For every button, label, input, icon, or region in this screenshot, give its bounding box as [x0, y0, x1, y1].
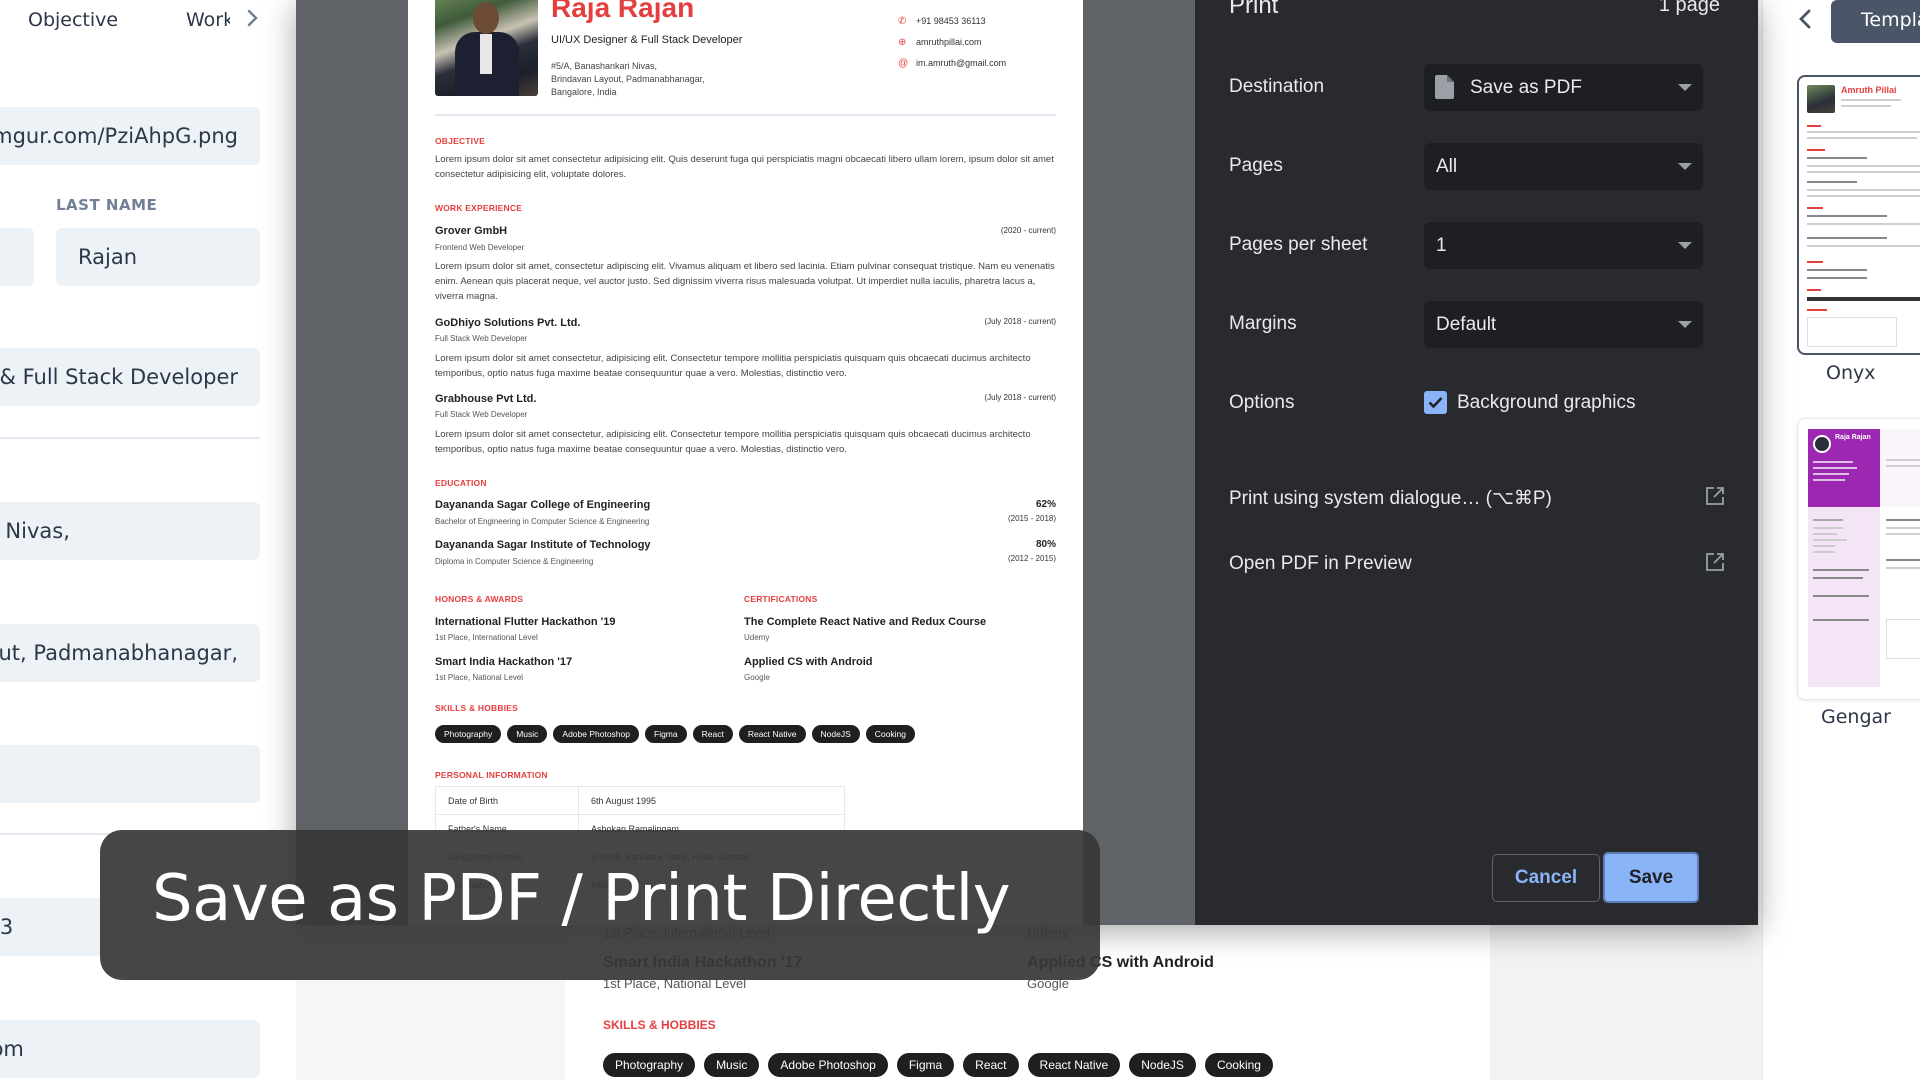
print-preview: Raja Rajan UI/UX Designer & Full Stack D…	[296, 0, 1195, 925]
website-input[interactable]: amruthpillai.com	[0, 1020, 260, 1078]
last-name-label: LAST NAME	[56, 196, 158, 214]
caption-text: Save as PDF / Print Directly	[152, 862, 1011, 936]
skill-chip: Cooking	[865, 725, 915, 743]
options-label: Options	[1229, 392, 1295, 413]
at-icon: @	[898, 58, 909, 69]
template-name-onyx: Onyx	[1826, 362, 1876, 384]
contact-website: ⊕ amruthpillai.com	[898, 37, 982, 48]
section-heading: PERSONAL INFORMATION	[435, 770, 548, 780]
resume-preview-page: Raja Rajan UI/UX Designer & Full Stack D…	[408, 0, 1083, 925]
margins-select[interactable]: Default	[1424, 301, 1703, 348]
skill-chip: Photography	[435, 725, 502, 743]
resume-role: UI/UX Designer & Full Stack Developer	[551, 34, 743, 46]
skills-chips: Photography Music Adobe Photoshop Figma …	[435, 725, 915, 743]
dropdown-caret-icon	[1678, 321, 1692, 328]
checkmark-icon	[1428, 397, 1443, 409]
chevron-left-icon[interactable]	[1798, 6, 1812, 37]
divider	[435, 114, 1056, 116]
section-heading: EDUCATION	[435, 478, 487, 488]
resume-address: #5/A, Banashankari Nivas, Brindavan Layo…	[551, 61, 705, 97]
caption-banner: Save as PDF / Print Directly	[100, 830, 1100, 980]
subtitle-input[interactable]: UI/UX Designer & Full Stack Developer	[0, 348, 260, 406]
dropdown-caret-icon	[1678, 163, 1692, 170]
skill-chip: Photography	[603, 1053, 696, 1077]
address-line-1-input[interactable]: #5/A, Banashankari Nivas,	[0, 502, 260, 560]
resume-name: Raja Rajan	[551, 0, 695, 23]
destination-select[interactable]: Save as PDF	[1424, 64, 1703, 111]
dropdown-caret-icon	[1678, 242, 1692, 249]
skill-chip: React Native	[738, 725, 806, 743]
chevron-right-icon[interactable]	[246, 8, 264, 30]
skill-chip: NodeJS	[811, 725, 860, 743]
pages-label: Pages	[1229, 155, 1283, 176]
section-tabs: Objective Work Experience	[0, 0, 296, 40]
divider	[0, 437, 260, 439]
background-graphics-checkbox[interactable]	[1424, 391, 1447, 414]
skill-chip: Figma	[896, 1053, 955, 1077]
skill-chip: Cooking	[1204, 1053, 1273, 1077]
document-icon	[1435, 75, 1454, 99]
tab-work-experience[interactable]: Work Experience	[186, 9, 230, 31]
section-heading: OBJECTIVE	[435, 136, 485, 146]
open-external-icon	[1706, 487, 1724, 505]
tab-objective[interactable]: Objective	[28, 9, 118, 31]
profile-photo	[435, 0, 538, 96]
globe-icon: ⊕	[898, 37, 907, 48]
first-name-input[interactable]	[0, 228, 34, 286]
pages-per-sheet-label: Pages per sheet	[1229, 234, 1368, 255]
margins-label: Margins	[1229, 313, 1297, 334]
print-system-dialog-link[interactable]: Print using system dialogue… (⌥⌘P)	[1229, 484, 1725, 514]
skill-chip: React	[963, 1053, 1019, 1077]
destination-label: Destination	[1229, 76, 1325, 97]
template-thumbnail-photo	[1807, 85, 1835, 113]
template-card-onyx[interactable]: Amruth Pillai	[1797, 75, 1920, 355]
section-heading: SKILLS & HOBBIES	[435, 703, 519, 713]
print-settings-panel: Print 1 page Destination Save as PDF Pag…	[1195, 0, 1758, 925]
address-line-3-input[interactable]: Bangalore, India	[0, 745, 260, 803]
skill-chip: Music	[704, 1053, 760, 1077]
template-name-gengar: Gengar	[1821, 706, 1891, 728]
template-card-gengar[interactable]: Raja Rajan	[1797, 418, 1920, 700]
objective-text: Lorem ipsum dolor sit amet consectetur a…	[435, 154, 1054, 180]
section-heading: WORK EXPERIENCE	[435, 203, 523, 213]
last-name-input[interactable]: Rajan	[56, 228, 260, 286]
skill-chip: React Native	[1027, 1053, 1121, 1077]
contact-phone: ✆ +91 98453 36113	[898, 16, 986, 27]
skill-chip: Adobe Photoshop	[768, 1053, 888, 1077]
template-thumbnail-photo	[1813, 435, 1831, 453]
app-backdrop	[1490, 925, 1762, 1080]
templates-tab-button[interactable]: Templates	[1831, 0, 1920, 43]
pages-per-sheet-select[interactable]: 1	[1424, 222, 1703, 269]
open-external-icon	[1706, 553, 1724, 571]
phone-icon: ✆	[898, 16, 907, 27]
open-pdf-in-preview-link[interactable]: Open PDF in Preview	[1229, 550, 1725, 580]
section-heading: HONORS & AWARDS	[435, 594, 524, 604]
table-row: Date of Birth 6th August 1995	[435, 786, 845, 815]
background-graphics-label[interactable]: Background graphics	[1457, 392, 1636, 414]
pages-select[interactable]: All	[1424, 143, 1703, 190]
save-button[interactable]: Save	[1603, 852, 1699, 903]
skill-chip: Figma	[645, 725, 687, 743]
cancel-button[interactable]: Cancel	[1492, 854, 1600, 902]
skills-chips: Photography Music Adobe Photoshop Figma …	[603, 1053, 1273, 1077]
section-heading: CERTIFICATIONS	[744, 594, 818, 604]
skill-chip: NodeJS	[1129, 1053, 1196, 1077]
dialog-title: Print	[1229, 0, 1279, 19]
skill-chip: React	[692, 725, 733, 743]
skill-chip: Adobe Photoshop	[553, 725, 639, 743]
templates-panel: Templates Amruth Pillai Onyx Raja	[1762, 0, 1920, 1080]
dropdown-caret-icon	[1678, 84, 1692, 91]
page-count: 1 page	[1658, 0, 1720, 16]
contact-email: @ im.amruth@gmail.com	[898, 58, 1007, 69]
print-dialog: Raja Rajan UI/UX Designer & Full Stack D…	[296, 0, 1758, 925]
address-line-2-input[interactable]: Brindavan Layout, Padmanabhanagar,	[0, 624, 260, 682]
skill-chip: Music	[507, 725, 548, 743]
photo-url-input[interactable]: https://i.imgur.com/PziAhpG.png	[0, 107, 260, 165]
